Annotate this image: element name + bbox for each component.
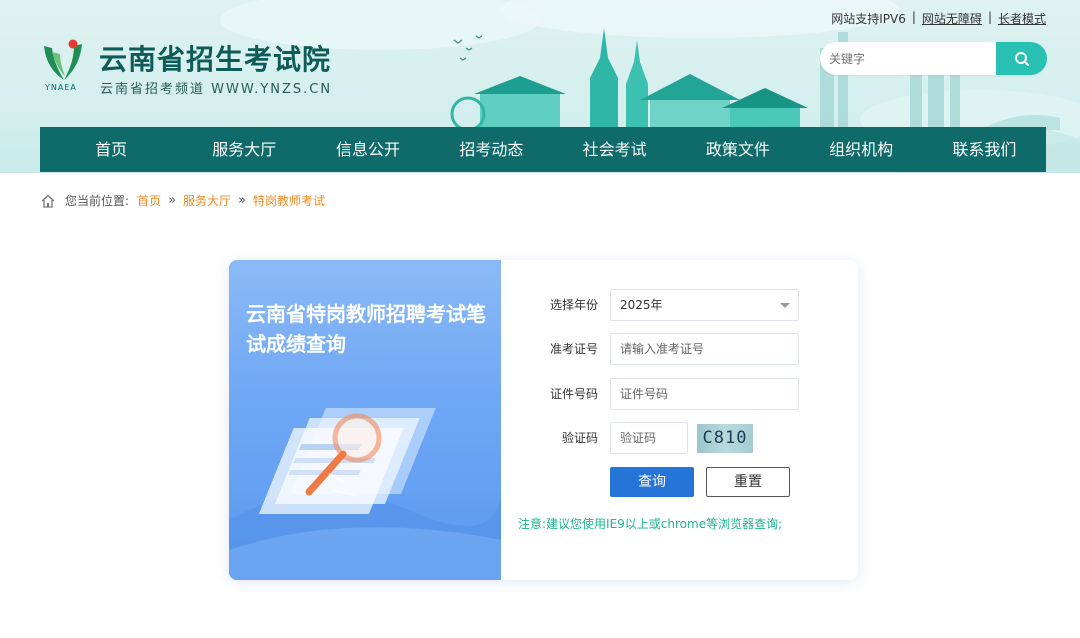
id-label: 证件号码 [549,387,598,401]
query-form: 选择年份 2025年 准考证号 证件号码 验证码 C810 查询 重置 注意:建… [501,260,858,580]
nav-item-contact[interactable]: 联系我们 [923,127,1046,172]
score-query-card: 云南省特岗教师招聘考试笔试成绩查询 选择年份 2025年 准考证号 请输入准考证… [229,260,858,580]
captcha-label: 验证码 [561,431,598,445]
exam-no-label: 准考证号 [549,342,598,356]
nav-item-service-hall[interactable]: 服务大厅 [182,127,306,172]
breadcrumb-separator: » [168,193,177,208]
breadcrumb-current[interactable]: 特岗教师考试 [253,192,325,209]
reset-button[interactable]: 重置 [706,467,790,497]
nav-item-social-exam[interactable]: 社会考试 [553,127,676,172]
nav-item-exam-news[interactable]: 招考动态 [430,127,553,172]
search-input[interactable] [820,42,996,75]
home-icon [41,194,55,208]
search-box [820,42,1047,75]
nav-item-policy[interactable]: 政策文件 [676,127,799,172]
breadcrumb-service-hall[interactable]: 服务大厅 [183,192,231,209]
site-header: 网站支持IPV6 | 网站无障碍 | 长者模式 YNAEA 云南省招生考试院 云… [0,0,1080,173]
card-banner: 云南省特岗教师招聘考试笔试成绩查询 [229,260,501,580]
year-label: 选择年份 [549,298,598,312]
year-select[interactable]: 2025年 [610,289,799,321]
card-title: 云南省特岗教师招聘考试笔试成绩查询 [246,302,486,356]
chevron-down-icon [780,303,790,308]
captcha-image[interactable]: C810 [697,424,753,453]
year-value: 2025年 [620,298,663,312]
nav-item-organization[interactable]: 组织机构 [799,127,922,172]
nav-item-home[interactable]: 首页 [40,127,182,172]
breadcrumb-prefix: 您当前位置: [65,194,130,208]
site-title[interactable]: 云南省招生考试院 [99,38,331,78]
captcha-input[interactable] [610,422,688,454]
breadcrumb: 您当前位置: 首页 » 服务大厅 » 特岗教师考试 [40,192,325,209]
search-icon [1014,51,1029,66]
year-row: 选择年份 2025年 [501,289,858,321]
site-subtitle: 云南省招考频道 WWW.YNZS.CN [100,82,333,97]
nav-item-info-public[interactable]: 信息公开 [306,127,429,172]
query-button[interactable]: 查询 [610,467,694,497]
id-row: 证件号码 [501,378,858,410]
breadcrumb-home[interactable]: 首页 [137,192,161,209]
logo-text: YNAEA [45,83,77,92]
search-button[interactable] [996,42,1047,75]
captcha-row: 验证码 C810 [501,422,858,454]
exam-no-input[interactable] [610,333,799,365]
breadcrumb-separator: » [238,193,247,208]
exam-no-row: 准考证号 [501,333,858,365]
magnifier-document-illustration [229,408,501,580]
main-nav: 首页 服务大厅 信息公开 招考动态 社会考试 政策文件 组织机构 联系我们 [40,127,1046,172]
browser-notice: 注意:建议您使用IE9以上或chrome等浏览器查询; [518,517,783,531]
id-number-input[interactable] [610,378,799,410]
